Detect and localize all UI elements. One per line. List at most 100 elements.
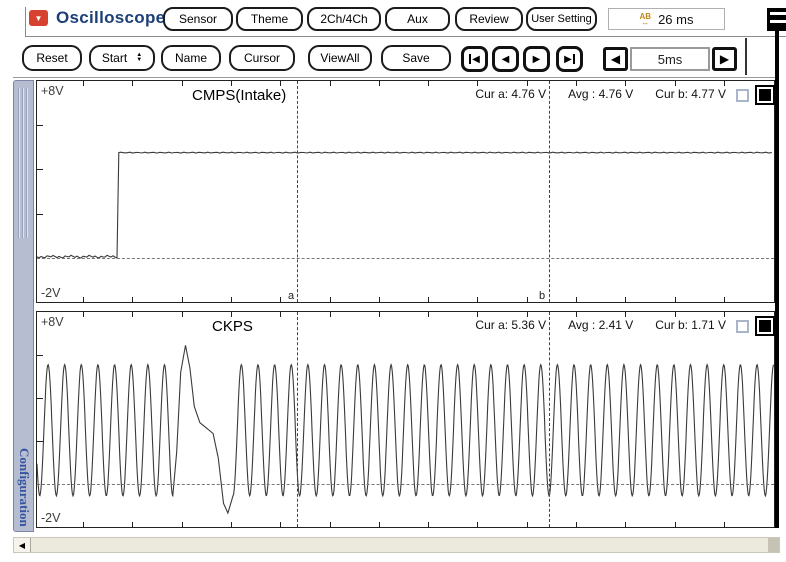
- min-volt-label: -2V: [41, 286, 60, 300]
- triangle-left-icon: ◀: [472, 54, 480, 65]
- channel-2-plot[interactable]: +8V -2V CKPS Cur a: 5.36 V Avg : 2.41 V …: [36, 311, 775, 528]
- cmps-waveform: [37, 81, 774, 302]
- name-button[interactable]: Name: [161, 45, 221, 71]
- tick-mark: [231, 81, 232, 86]
- user-setting-button[interactable]: User Setting: [526, 7, 597, 31]
- cursor-a-line[interactable]: [297, 312, 298, 527]
- tick-mark: [477, 522, 478, 527]
- tick-mark: [231, 297, 232, 302]
- tick-mark: [37, 398, 43, 399]
- tick-mark: [182, 297, 183, 302]
- scroll-right-cap[interactable]: [768, 538, 779, 552]
- channel-color-button[interactable]: [755, 316, 775, 336]
- step-back-button[interactable]: ◀: [492, 46, 519, 72]
- horizontal-scrollbar[interactable]: ◀: [13, 537, 780, 553]
- tick-mark: [625, 522, 626, 527]
- cursor-b-line[interactable]: [549, 81, 550, 302]
- spinner-icon[interactable]: ▲▼: [136, 53, 142, 63]
- tick-mark: [280, 522, 281, 527]
- sensor-button[interactable]: Sensor: [163, 7, 233, 31]
- oscilloscope-screen: ▼ Oscilloscope Sensor Theme 2Ch/4Ch Aux …: [0, 0, 786, 562]
- cursor-a-line[interactable]: [297, 81, 298, 302]
- tick-mark: [182, 522, 183, 527]
- channel-readouts: Cur a: 4.76 V Avg : 4.76 V Cur b: 4.77 V: [475, 87, 726, 101]
- skip-to-end-button[interactable]: ▶: [556, 46, 583, 72]
- sidebar-tab-configuration[interactable]: Configuration: [13, 80, 34, 532]
- cursor-b-value: Cur b: 4.77 V: [655, 87, 726, 101]
- review-button[interactable]: Review: [455, 7, 523, 31]
- tick-mark: [724, 522, 725, 527]
- channel-checkbox[interactable]: [736, 89, 749, 102]
- tick-mark: [83, 81, 84, 86]
- grip-ridges-icon: [18, 88, 30, 238]
- timebase-increase-button[interactable]: ▶: [712, 47, 737, 71]
- scroll-left-button[interactable]: ◀: [14, 538, 31, 552]
- list-icon[interactable]: [767, 8, 786, 31]
- start-button[interactable]: Start ▲▼: [89, 45, 155, 71]
- divider: [13, 77, 779, 78]
- channel-color-button[interactable]: [755, 85, 775, 105]
- tick-mark: [37, 214, 43, 215]
- viewall-button[interactable]: ViewAll: [308, 45, 372, 71]
- channel-mode-button[interactable]: 2Ch/4Ch: [307, 7, 381, 31]
- cursor-button[interactable]: Cursor: [229, 45, 295, 71]
- channel-readouts: Cur a: 5.36 V Avg : 2.41 V Cur b: 1.71 V: [475, 318, 726, 332]
- tick-mark: [625, 312, 626, 317]
- min-volt-label: -2V: [41, 511, 60, 525]
- tick-mark: [379, 312, 380, 317]
- save-button[interactable]: Save: [381, 45, 451, 71]
- triangle-left-icon: ◀: [502, 54, 510, 65]
- tick-mark: [527, 522, 528, 527]
- tick-mark: [83, 522, 84, 527]
- tick-mark: [37, 355, 43, 356]
- tick-mark: [83, 297, 84, 302]
- step-forward-button[interactable]: ▶: [523, 46, 550, 72]
- tick-mark: [477, 297, 478, 302]
- tick-mark: [330, 297, 331, 302]
- tick-mark: [231, 522, 232, 527]
- cursor-time-display: AB↔ 26 ms: [608, 8, 725, 30]
- zero-volt-line: [37, 484, 774, 485]
- tick-mark: [576, 297, 577, 302]
- channel-checkbox[interactable]: [736, 320, 749, 333]
- cursor-b-tag: b: [539, 290, 545, 302]
- right-border-bar: [775, 31, 779, 528]
- tick-mark: [83, 312, 84, 317]
- channel-1-plot[interactable]: +8V -2V CMPS(Intake) Cur a: 4.76 V Avg :…: [36, 80, 775, 303]
- cursor-b-value: Cur b: 1.71 V: [655, 318, 726, 332]
- tick-mark: [428, 81, 429, 86]
- tick-mark: [280, 81, 281, 86]
- cursor-a-value: Cur a: 4.76 V: [475, 87, 546, 101]
- tick-mark: [132, 522, 133, 527]
- tick-mark: [132, 81, 133, 86]
- aux-button[interactable]: Aux: [385, 7, 450, 31]
- tick-mark: [675, 81, 676, 86]
- tick-mark: [527, 297, 528, 302]
- tick-mark: [182, 312, 183, 317]
- channel-title: CKPS: [212, 318, 253, 335]
- tick-mark: [280, 312, 281, 317]
- tick-mark: [330, 312, 331, 317]
- tick-mark: [37, 125, 43, 126]
- reset-button[interactable]: Reset: [22, 45, 82, 71]
- timebase-value: 5ms: [630, 47, 710, 71]
- tick-mark: [379, 81, 380, 86]
- tick-mark: [428, 312, 429, 317]
- zero-volt-line: [37, 258, 774, 259]
- tick-mark: [37, 441, 43, 442]
- tick-mark: [527, 312, 528, 317]
- tick-mark: [625, 81, 626, 86]
- skip-to-start-button[interactable]: ◀: [461, 46, 488, 72]
- ab-cursor-icon: AB↔: [640, 13, 652, 26]
- theme-button[interactable]: Theme: [236, 7, 303, 31]
- timebase-decrease-button[interactable]: ◀: [603, 47, 628, 71]
- page-title: Oscilloscope: [56, 8, 165, 28]
- bar-icon: [469, 54, 471, 64]
- cursor-b-line[interactable]: [549, 312, 550, 527]
- tick-mark: [330, 81, 331, 86]
- tick-mark: [379, 297, 380, 302]
- tick-mark: [428, 297, 429, 302]
- app-menu-icon[interactable]: ▼: [29, 10, 48, 26]
- channel-title: CMPS(Intake): [192, 87, 286, 104]
- tick-mark: [182, 81, 183, 86]
